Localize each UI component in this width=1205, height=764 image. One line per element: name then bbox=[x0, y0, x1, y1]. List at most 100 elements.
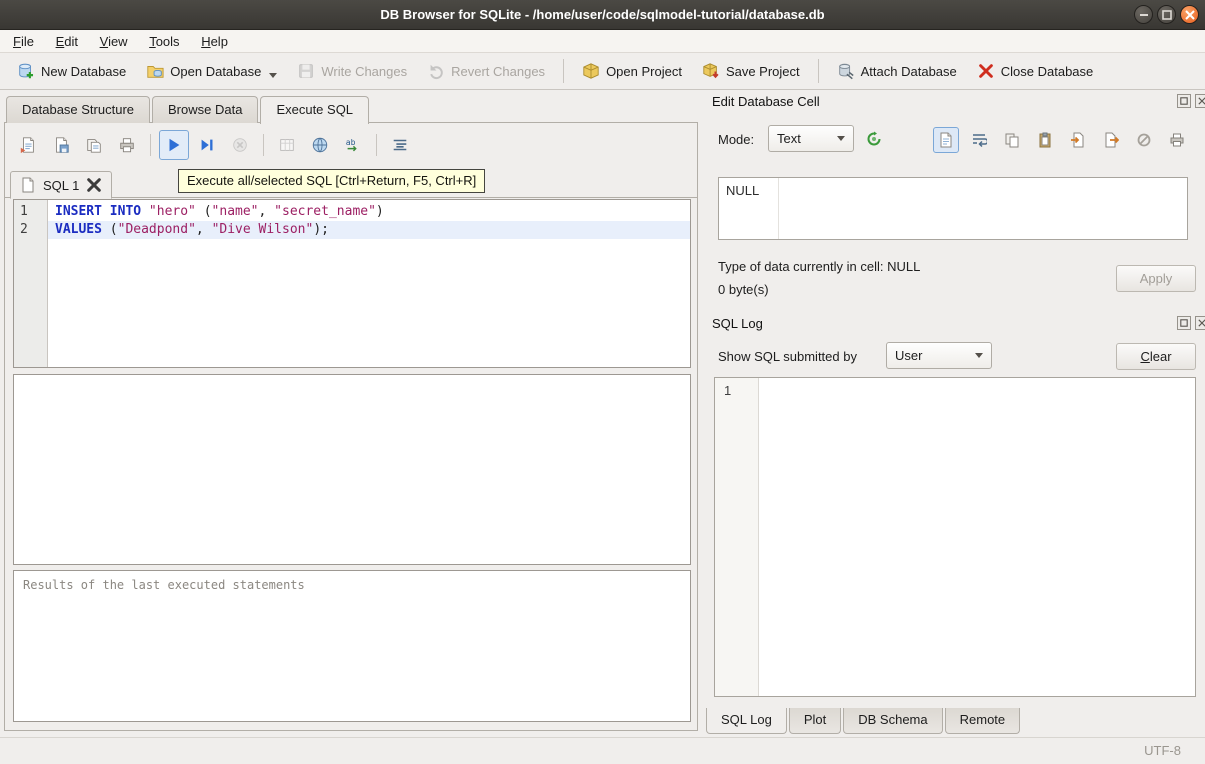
close-icon bbox=[1198, 97, 1205, 105]
print-cell-button[interactable] bbox=[1164, 127, 1190, 153]
execute-line-button[interactable] bbox=[192, 130, 222, 160]
stop-icon bbox=[231, 136, 249, 154]
menu-view[interactable]: View bbox=[91, 30, 137, 53]
text-mode-button[interactable] bbox=[933, 127, 959, 153]
sql-toolbar-separator bbox=[376, 134, 377, 156]
mode-value: Text bbox=[777, 131, 801, 146]
copy-cell-button[interactable] bbox=[999, 127, 1025, 153]
format-sql-button[interactable] bbox=[385, 130, 415, 160]
execute-all-button[interactable] bbox=[159, 130, 189, 160]
menu-file[interactable]: File bbox=[4, 30, 43, 53]
float-panel-button[interactable] bbox=[1177, 94, 1191, 108]
encoding-indicator[interactable]: UTF-8 bbox=[1144, 743, 1181, 758]
set-null-button[interactable] bbox=[1131, 127, 1157, 153]
results-message-panel: Results of the last executed statements bbox=[13, 570, 691, 722]
apply-button[interactable]: Apply bbox=[1116, 265, 1196, 292]
stop-button[interactable] bbox=[225, 130, 255, 160]
sql-document-tab[interactable]: SQL 1 bbox=[10, 171, 112, 199]
print-icon bbox=[1169, 132, 1185, 148]
cell-editor[interactable]: NULL bbox=[718, 177, 1188, 240]
save-project-label: Save Project bbox=[726, 64, 800, 79]
attach-database-button[interactable]: Attach Database bbox=[828, 57, 966, 85]
menu-tools[interactable]: Tools bbox=[140, 30, 188, 53]
open-database-dropdown-icon[interactable] bbox=[269, 73, 277, 78]
revert-changes-icon bbox=[427, 62, 445, 80]
new-database-label: New Database bbox=[41, 64, 126, 79]
tab-db-schema[interactable]: DB Schema bbox=[843, 708, 942, 734]
log-filter-combobox[interactable]: User bbox=[886, 342, 992, 369]
open-database-icon bbox=[146, 62, 164, 80]
close-database-button[interactable]: Close Database bbox=[968, 57, 1103, 85]
tab-plot[interactable]: Plot bbox=[789, 708, 841, 734]
close-database-label: Close Database bbox=[1001, 64, 1094, 79]
sql-code-lines[interactable]: INSERT INTO "hero" ("name", "secret_name… bbox=[48, 200, 690, 367]
log-line-number: 1 bbox=[724, 383, 731, 398]
minimize-icon bbox=[1136, 7, 1152, 23]
export-results-button[interactable] bbox=[272, 130, 302, 160]
mode-combobox[interactable]: Text bbox=[768, 125, 854, 152]
find-replace-button[interactable]: ab bbox=[338, 130, 368, 160]
attach-database-label: Attach Database bbox=[861, 64, 957, 79]
import-data-button[interactable] bbox=[1065, 127, 1091, 153]
edit-cell-title: Edit Database Cell bbox=[712, 94, 820, 109]
execute-sql-panel: ab SQL 1 12 bbox=[4, 122, 698, 731]
word-wrap-button[interactable] bbox=[966, 127, 992, 153]
close-panel-button[interactable] bbox=[1195, 316, 1205, 330]
tab-remote[interactable]: Remote bbox=[945, 708, 1021, 734]
save-project-icon bbox=[702, 62, 720, 80]
open-project-button[interactable]: Open Project bbox=[573, 57, 691, 85]
float-icon bbox=[1180, 97, 1188, 105]
save-sql-as-button[interactable] bbox=[79, 130, 109, 160]
save-sql-file-button[interactable] bbox=[46, 130, 76, 160]
tab-sql-log[interactable]: SQL Log bbox=[706, 708, 787, 734]
dock-tab-bar: SQL Log Plot DB Schema Remote bbox=[706, 708, 1022, 734]
sql-toolbar-separator bbox=[150, 134, 151, 156]
menu-edit[interactable]: Edit bbox=[47, 30, 87, 53]
revert-changes-button[interactable]: Revert Changes bbox=[418, 57, 554, 85]
cell-value: NULL bbox=[719, 178, 779, 239]
float-panel-button[interactable] bbox=[1177, 316, 1191, 330]
close-panel-button[interactable] bbox=[1195, 94, 1205, 108]
results-grid[interactable] bbox=[13, 374, 691, 565]
tab-database-structure[interactable]: Database Structure bbox=[6, 96, 150, 123]
clear-log-button[interactable]: Clear bbox=[1116, 343, 1196, 370]
close-icon bbox=[1182, 7, 1198, 23]
execute-all-icon bbox=[165, 136, 183, 154]
close-button[interactable] bbox=[1180, 5, 1199, 24]
tab-execute-sql[interactable]: Execute SQL bbox=[260, 96, 369, 124]
copy-icon bbox=[1004, 132, 1020, 148]
maximize-icon bbox=[1159, 7, 1175, 23]
save-results-icon bbox=[311, 136, 329, 154]
sql-log-view[interactable]: 1 bbox=[714, 377, 1196, 697]
auto-mode-button[interactable] bbox=[861, 126, 887, 152]
sql-toolbar-separator bbox=[263, 134, 264, 156]
print-sql-button[interactable] bbox=[112, 130, 142, 160]
open-database-label: Open Database bbox=[170, 64, 261, 79]
minimize-button[interactable] bbox=[1134, 5, 1153, 24]
maximize-button[interactable] bbox=[1157, 5, 1176, 24]
paste-cell-button[interactable] bbox=[1032, 127, 1058, 153]
save-results-button[interactable] bbox=[305, 130, 335, 160]
menu-help[interactable]: Help bbox=[192, 30, 237, 53]
export-data-button[interactable] bbox=[1098, 127, 1124, 153]
open-sql-file-button[interactable] bbox=[13, 130, 43, 160]
paste-icon bbox=[1037, 132, 1053, 148]
revert-changes-label: Revert Changes bbox=[451, 64, 545, 79]
float-icon bbox=[1180, 319, 1188, 327]
open-database-button[interactable]: Open Database bbox=[137, 57, 286, 85]
mode-label: Mode: bbox=[718, 132, 754, 147]
main-tab-bar: Database Structure Browse Data Execute S… bbox=[6, 96, 371, 124]
cell-editor-body[interactable] bbox=[779, 178, 1187, 239]
save-project-button[interactable]: Save Project bbox=[693, 57, 809, 85]
tab-browse-data[interactable]: Browse Data bbox=[152, 96, 258, 123]
import-icon bbox=[1070, 132, 1086, 148]
window-title: DB Browser for SQLite - /home/user/code/… bbox=[380, 7, 824, 22]
new-database-icon bbox=[17, 62, 35, 80]
close-tab-icon[interactable] bbox=[86, 177, 102, 193]
write-changes-button[interactable]: Write Changes bbox=[288, 57, 416, 85]
sql-editor[interactable]: 12 INSERT INTO "hero" ("name", "secret_n… bbox=[13, 199, 691, 368]
auto-mode-icon bbox=[866, 131, 882, 147]
execute-line-icon bbox=[198, 136, 216, 154]
sql-log-dock-controls bbox=[1177, 316, 1205, 330]
new-database-button[interactable]: New Database bbox=[8, 57, 135, 85]
